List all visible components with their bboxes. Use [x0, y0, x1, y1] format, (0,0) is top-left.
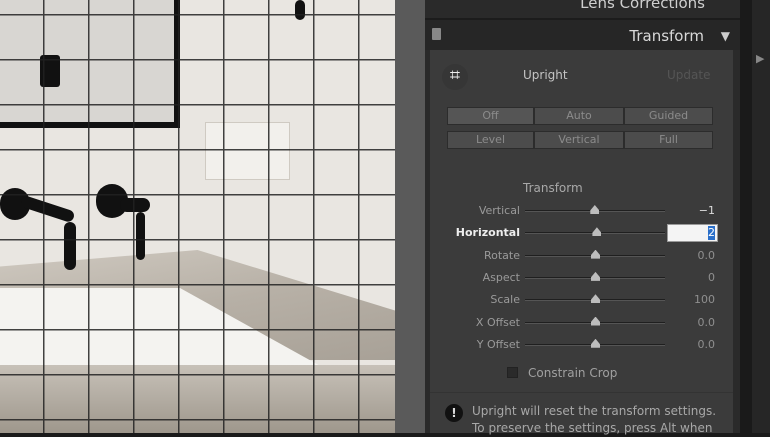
- grid-overlay: [0, 0, 395, 433]
- slider-label: Scale: [490, 293, 520, 307]
- slider-label: Aspect: [482, 270, 520, 284]
- photo-preview[interactable]: [0, 0, 395, 433]
- divider: [430, 392, 733, 393]
- slider-value[interactable]: 100: [694, 293, 715, 306]
- slider-value[interactable]: 0.0: [698, 249, 716, 262]
- slider-label: Rotate: [483, 248, 520, 262]
- slider-value[interactable]: 0.0: [698, 338, 716, 351]
- slider-row-y-offset: Y Offset 0.0: [430, 334, 733, 356]
- slider-label: Horizontal: [455, 226, 520, 240]
- guided-upright-tool-icon[interactable]: ⌗: [442, 64, 468, 90]
- upright-guided-button[interactable]: Guided: [624, 107, 713, 125]
- upright-auto-button[interactable]: Auto: [534, 107, 624, 125]
- expand-triangle-icon[interactable]: ▶: [756, 52, 764, 65]
- value-input-horizontal[interactable]: 2: [667, 224, 718, 243]
- constrain-crop-label: Constrain Crop: [528, 366, 618, 380]
- slider-label: Y Offset: [476, 337, 520, 351]
- warning-icon: !: [445, 404, 463, 422]
- upright-vertical-button[interactable]: Vertical: [534, 131, 624, 149]
- panel-toggle-switch[interactable]: [432, 28, 441, 40]
- section-lens-corrections[interactable]: Lens Corrections: [425, 0, 740, 12]
- upright-level-button[interactable]: Level: [447, 131, 534, 149]
- slider-row-aspect: Aspect 0: [430, 267, 733, 289]
- update-button[interactable]: Update: [667, 68, 710, 82]
- slider-row-vertical: Vertical −1: [430, 200, 733, 222]
- transform-body: ⌗ Upright Update Off Auto Guided Level Verti…: [430, 50, 733, 435]
- right-panel-toggle[interactable]: ▶: [752, 0, 770, 433]
- slider-thumb[interactable]: [590, 205, 600, 214]
- slider-thumb[interactable]: [591, 294, 600, 304]
- slider-label: Vertical: [478, 204, 520, 217]
- value-selection: 2: [708, 226, 715, 241]
- upright-label: Upright: [523, 68, 568, 82]
- slider-value[interactable]: 0.0: [698, 316, 716, 329]
- section-title: Transform: [629, 27, 704, 45]
- constrain-crop-checkbox[interactable]: [507, 367, 518, 378]
- transform-heading: Transform: [523, 181, 583, 195]
- panel-divider: [395, 0, 425, 433]
- warning-text: Upright will reset the transform setting…: [472, 404, 717, 435]
- slider-value[interactable]: 0: [708, 271, 715, 284]
- slider-thumb[interactable]: [591, 271, 600, 281]
- slider-thumb[interactable]: [591, 338, 600, 348]
- collapse-triangle-icon[interactable]: ▼: [721, 29, 730, 43]
- section-header-transform[interactable]: Transform ▼: [425, 18, 740, 50]
- slider-label: X Offset: [475, 315, 520, 329]
- slider-row-x-offset: X Offset 0.0: [430, 312, 733, 334]
- slider-thumb[interactable]: [591, 249, 600, 259]
- upright-full-button[interactable]: Full: [624, 131, 713, 149]
- slider-row-horizontal: Horizontal 2: [430, 222, 733, 244]
- slider-row-rotate: Rotate 0.0: [430, 245, 733, 267]
- develop-panel: Lens Corrections Transform ▼ ⌗ Upright U…: [425, 0, 740, 435]
- slider-thumb[interactable]: [592, 227, 602, 237]
- slider-thumb[interactable]: [591, 316, 600, 326]
- slider-value[interactable]: −1: [699, 204, 715, 217]
- slider-row-scale: Scale 100: [430, 289, 733, 311]
- upright-off-button[interactable]: Off: [447, 107, 534, 125]
